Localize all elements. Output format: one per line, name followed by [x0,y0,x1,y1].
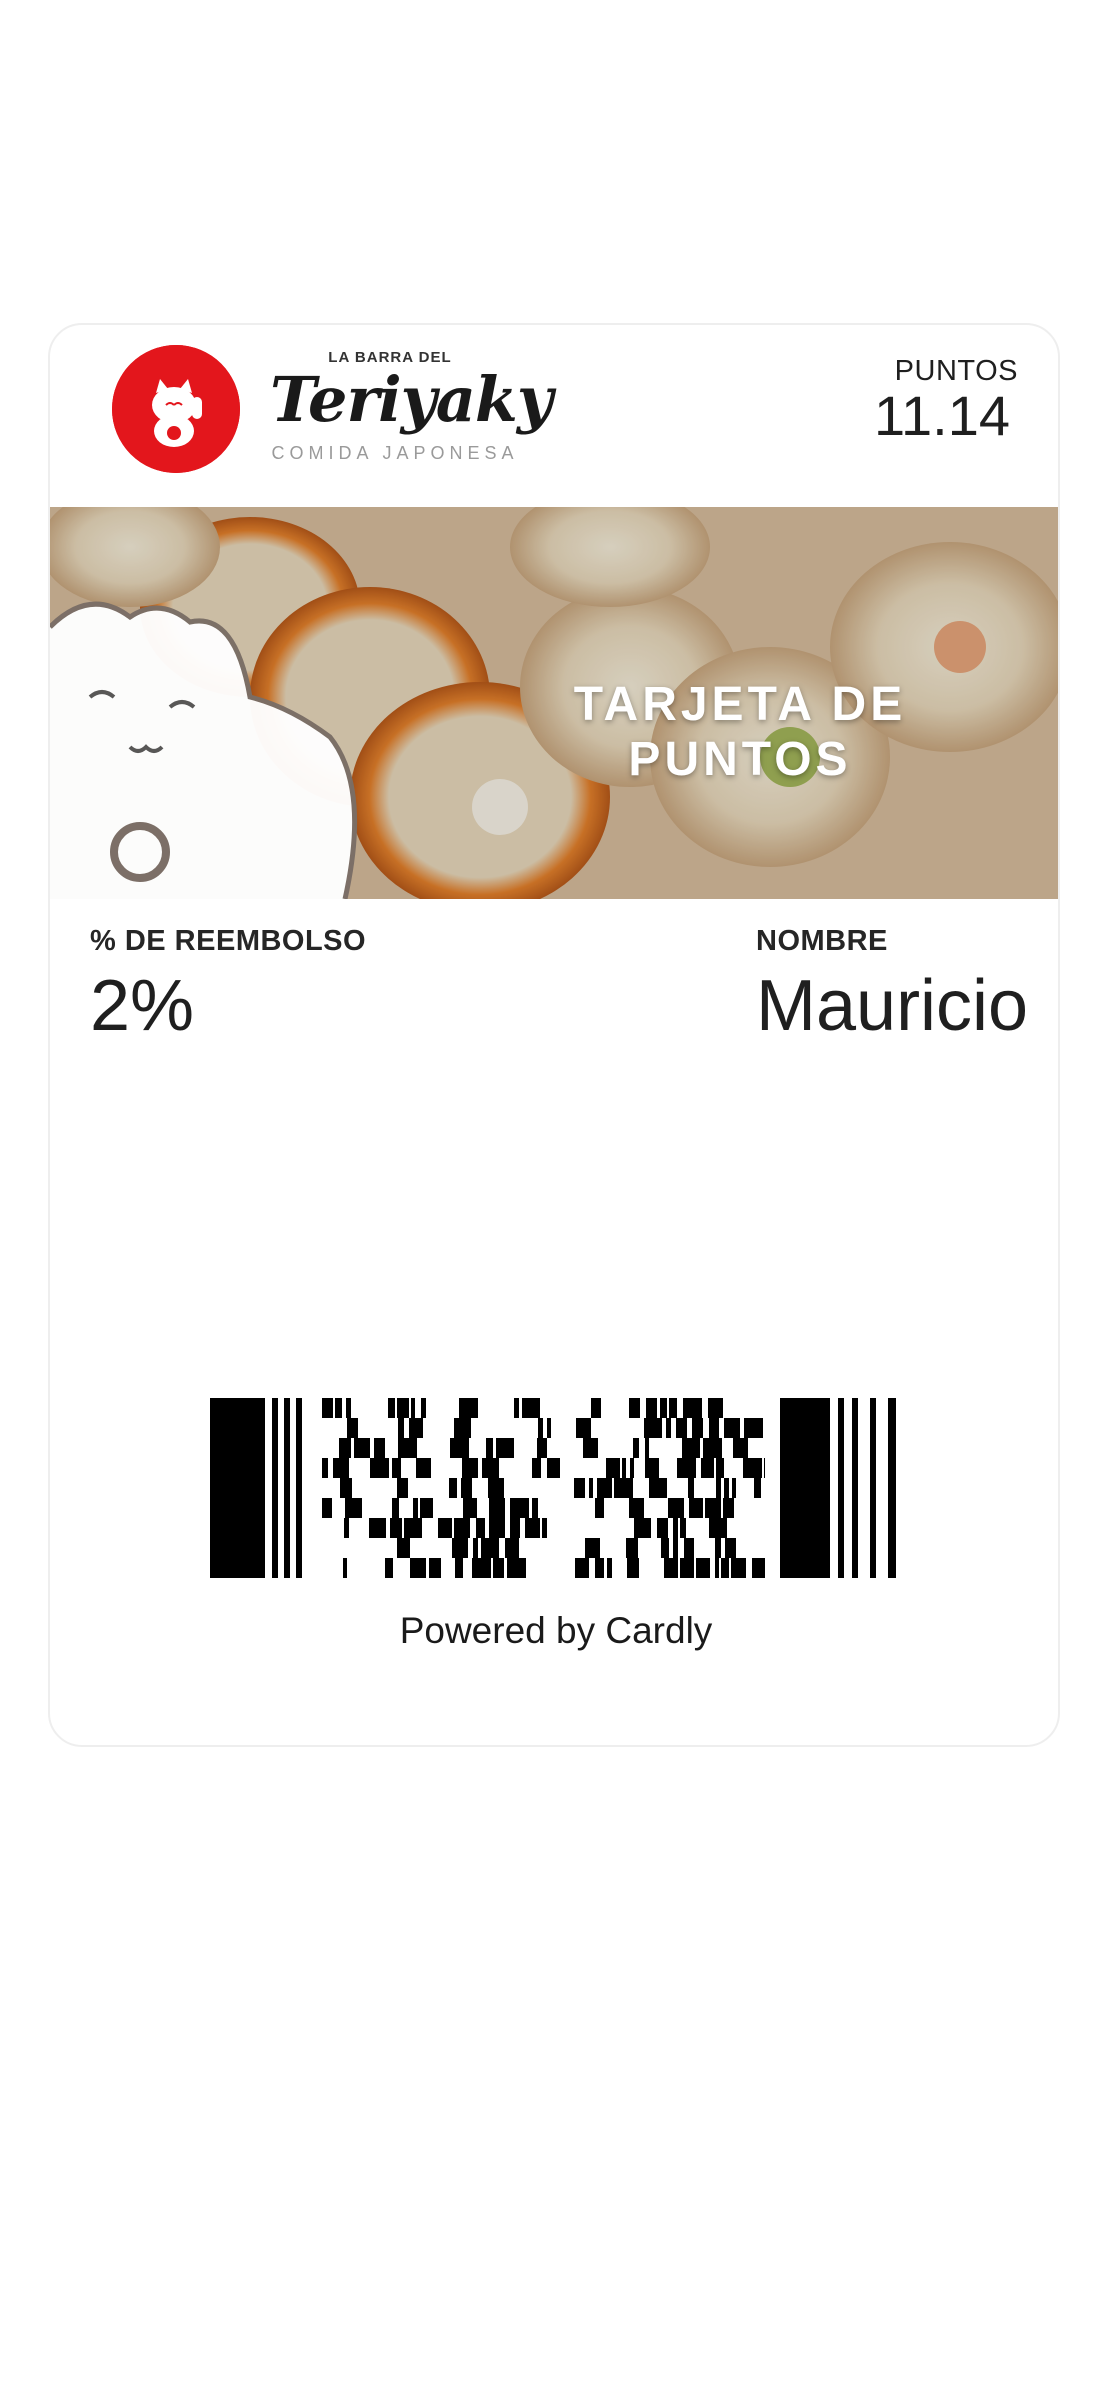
brand-subtitle: COMIDA JAPONESA [271,443,519,463]
points-value: 11.14 [874,384,1010,447]
refund-label: % DE REEMBOLSO [90,925,367,957]
card-title: TARJETA DE PUNTOS [573,678,907,786]
loyalty-card: LA BARRA DEL Teriyaky COMIDA JAPONESA PU… [48,323,1060,1747]
brand-wordmark: LA BARRA DEL Teriyaky COMIDA JAPONESA [270,349,553,469]
powered-by-text: Powered by Cardly [399,1610,713,1651]
name-value: Mauricio [756,966,1029,1046]
brand-logo-icon [112,345,240,473]
card-banner-image: TARJETA DE PUNTOS [50,507,1058,899]
pdf417-barcode [210,1398,896,1578]
refund-value: 2% [90,966,195,1046]
brand-name: Teriyaky [270,363,553,436]
name-label: NOMBRE [756,925,888,957]
